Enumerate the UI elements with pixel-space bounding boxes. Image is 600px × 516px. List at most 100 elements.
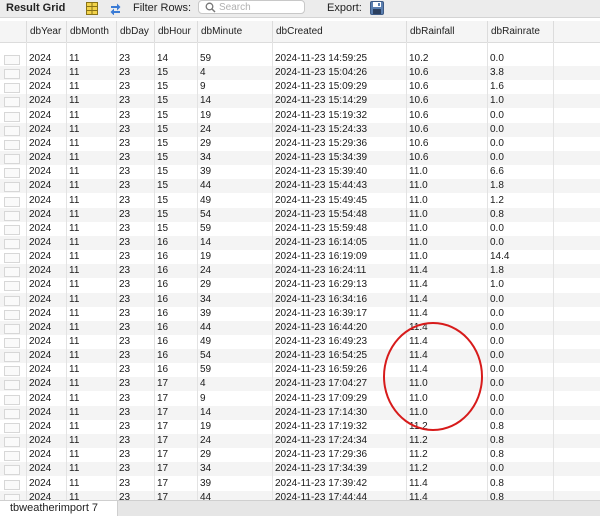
cell-dbHour[interactable]: 15	[157, 109, 196, 123]
row-selector[interactable]	[4, 281, 20, 292]
cell-dbCreated[interactable]: 2024-11-23 15:49:45	[275, 194, 405, 208]
cell-dbHour[interactable]: 15	[157, 66, 196, 80]
table-row[interactable]: 2024 11 23 16 14 2024-11-23 16:14:05 11.0 0.0	[0, 235, 600, 250]
row-selector[interactable]	[4, 139, 20, 150]
grid-icon[interactable]	[85, 1, 99, 15]
column-header-dbYear[interactable]: dbYear	[26, 21, 66, 42]
cell-dbRainrate[interactable]: 0.0	[490, 335, 552, 349]
table-row[interactable]: 2024 11 23 17 4 2024-11-23 17:04:27 11.0 0.0	[0, 377, 600, 392]
cell-dbRainfall[interactable]: 11.2	[409, 462, 486, 476]
column-header-dbRainfall[interactable]: dbRainfall	[406, 21, 487, 42]
cell-dbMonth[interactable]: 11	[69, 208, 115, 222]
cell-dbRainrate[interactable]: 1.8	[490, 264, 552, 278]
cell-dbMinute[interactable]: 54	[200, 208, 271, 222]
row-selector[interactable]	[4, 309, 20, 320]
cell-dbCreated[interactable]: 2024-11-23 15:19:32	[275, 109, 405, 123]
cell-dbYear[interactable]: 2024	[29, 477, 65, 491]
table-row[interactable]: 2024 11 23 17 29 2024-11-23 17:29:36 11.2 0.8	[0, 448, 600, 462]
cell-dbYear[interactable]: 2024	[29, 94, 65, 108]
cell-dbRainfall[interactable]: 11.2	[409, 420, 486, 434]
cell-dbMinute[interactable]: 9	[200, 392, 271, 406]
cell-dbHour[interactable]: 16	[157, 335, 196, 349]
cell-dbRainfall[interactable]: 10.6	[409, 109, 486, 123]
table-row[interactable]: 2024 11 23 15 4 2024-11-23 15:04:26 10.6 3.8	[0, 66, 600, 81]
table-row[interactable]: 2024 11 23 17 14 2024-11-23 17:14:30 11.0 0.0	[0, 405, 600, 420]
cell-dbHour[interactable]: 16	[157, 307, 196, 321]
row-selector[interactable]	[4, 238, 20, 249]
cell-dbMinute[interactable]: 34	[200, 293, 271, 307]
cell-dbDay[interactable]: 23	[119, 222, 153, 236]
table-row[interactable]: 2024 11 23 17 39 2024-11-23 17:39:42 11.4 0.8	[0, 477, 600, 491]
cell-dbCreated[interactable]: 2024-11-23 16:34:16	[275, 293, 405, 307]
cell-dbDay[interactable]: 23	[119, 307, 153, 321]
cell-dbRainrate[interactable]: 0.0	[490, 392, 552, 406]
cell-dbYear[interactable]: 2024	[29, 462, 65, 476]
cell-dbMinute[interactable]: 19	[200, 109, 271, 123]
cell-dbRainrate[interactable]: 0.0	[490, 321, 552, 335]
cell-dbMonth[interactable]: 11	[69, 335, 115, 349]
cell-dbMinute[interactable]: 39	[200, 165, 271, 179]
row-selector[interactable]	[4, 182, 20, 193]
table-row[interactable]: 2024 11 23 16 29 2024-11-23 16:29:13 11.4 1.0	[0, 278, 600, 292]
cell-dbMonth[interactable]: 11	[69, 66, 115, 80]
cell-dbMonth[interactable]: 11	[69, 462, 115, 476]
cell-dbYear[interactable]: 2024	[29, 208, 65, 222]
cell-dbRainrate[interactable]: 0.0	[490, 377, 552, 391]
cell-dbMonth[interactable]: 11	[69, 123, 115, 137]
cell-dbMonth[interactable]: 11	[69, 80, 115, 94]
cell-dbMonth[interactable]: 11	[69, 448, 115, 462]
row-selector[interactable]	[4, 422, 20, 433]
cell-dbMinute[interactable]: 29	[200, 448, 271, 462]
cell-dbMonth[interactable]: 11	[69, 293, 115, 307]
cell-dbDay[interactable]: 23	[119, 293, 153, 307]
cell-dbDay[interactable]: 23	[119, 406, 153, 420]
cell-dbMinute[interactable]: 24	[200, 123, 271, 137]
cell-dbYear[interactable]: 2024	[29, 307, 65, 321]
cell-dbDay[interactable]: 23	[119, 94, 153, 108]
cell-dbCreated[interactable]: 2024-11-23 16:29:13	[275, 278, 405, 292]
cell-dbRainfall[interactable]: 11.0	[409, 194, 486, 208]
cell-dbCreated[interactable]: 2024-11-23 17:39:42	[275, 477, 405, 491]
cell-dbMonth[interactable]: 11	[69, 179, 115, 193]
cell-dbRainfall[interactable]: 10.2	[409, 52, 486, 66]
cell-dbHour[interactable]: 17	[157, 406, 196, 420]
cell-dbRainfall[interactable]: 11.0	[409, 377, 486, 391]
refresh-icon[interactable]	[108, 1, 122, 15]
cell-dbYear[interactable]: 2024	[29, 278, 65, 292]
row-selector[interactable]	[4, 323, 20, 334]
cell-dbRainrate[interactable]: 0.8	[490, 420, 552, 434]
cell-dbDay[interactable]: 23	[119, 194, 153, 208]
cell-dbRainfall[interactable]: 11.0	[409, 392, 486, 406]
cell-dbHour[interactable]: 15	[157, 179, 196, 193]
row-selector[interactable]	[4, 366, 20, 377]
cell-dbMonth[interactable]: 11	[69, 406, 115, 420]
cell-dbDay[interactable]: 23	[119, 278, 153, 292]
cell-dbDay[interactable]: 23	[119, 165, 153, 179]
cell-dbMinute[interactable]: 24	[200, 434, 271, 448]
cell-dbDay[interactable]: 23	[119, 477, 153, 491]
cell-dbMonth[interactable]: 11	[69, 236, 115, 250]
cell-dbCreated[interactable]: 2024-11-23 15:34:39	[275, 151, 405, 165]
cell-dbRainrate[interactable]: 0.8	[490, 208, 552, 222]
cell-dbMonth[interactable]: 11	[69, 250, 115, 264]
cell-dbCreated[interactable]: 2024-11-23 15:54:48	[275, 208, 405, 222]
cell-dbRainfall[interactable]: 11.0	[409, 406, 486, 420]
cell-dbDay[interactable]: 23	[119, 321, 153, 335]
cell-dbMonth[interactable]: 11	[69, 194, 115, 208]
cell-dbRainfall[interactable]: 10.6	[409, 137, 486, 151]
cell-dbYear[interactable]: 2024	[29, 363, 65, 377]
row-selector[interactable]	[4, 83, 20, 94]
row-selector[interactable]	[4, 196, 20, 207]
cell-dbMinute[interactable]: 4	[200, 377, 271, 391]
cell-dbCreated[interactable]: 2024-11-23 17:09:29	[275, 392, 405, 406]
row-selector[interactable]	[4, 338, 20, 348]
cell-dbDay[interactable]: 23	[119, 151, 153, 165]
cell-dbMonth[interactable]: 11	[69, 420, 115, 434]
cell-dbRainfall[interactable]: 11.0	[409, 250, 486, 264]
cell-dbDay[interactable]: 23	[119, 109, 153, 123]
cell-dbRainfall[interactable]: 11.2	[409, 448, 486, 462]
cell-dbDay[interactable]: 23	[119, 420, 153, 434]
cell-dbYear[interactable]: 2024	[29, 123, 65, 137]
cell-dbRainrate[interactable]: 1.0	[490, 94, 552, 108]
cell-dbHour[interactable]: 15	[157, 165, 196, 179]
